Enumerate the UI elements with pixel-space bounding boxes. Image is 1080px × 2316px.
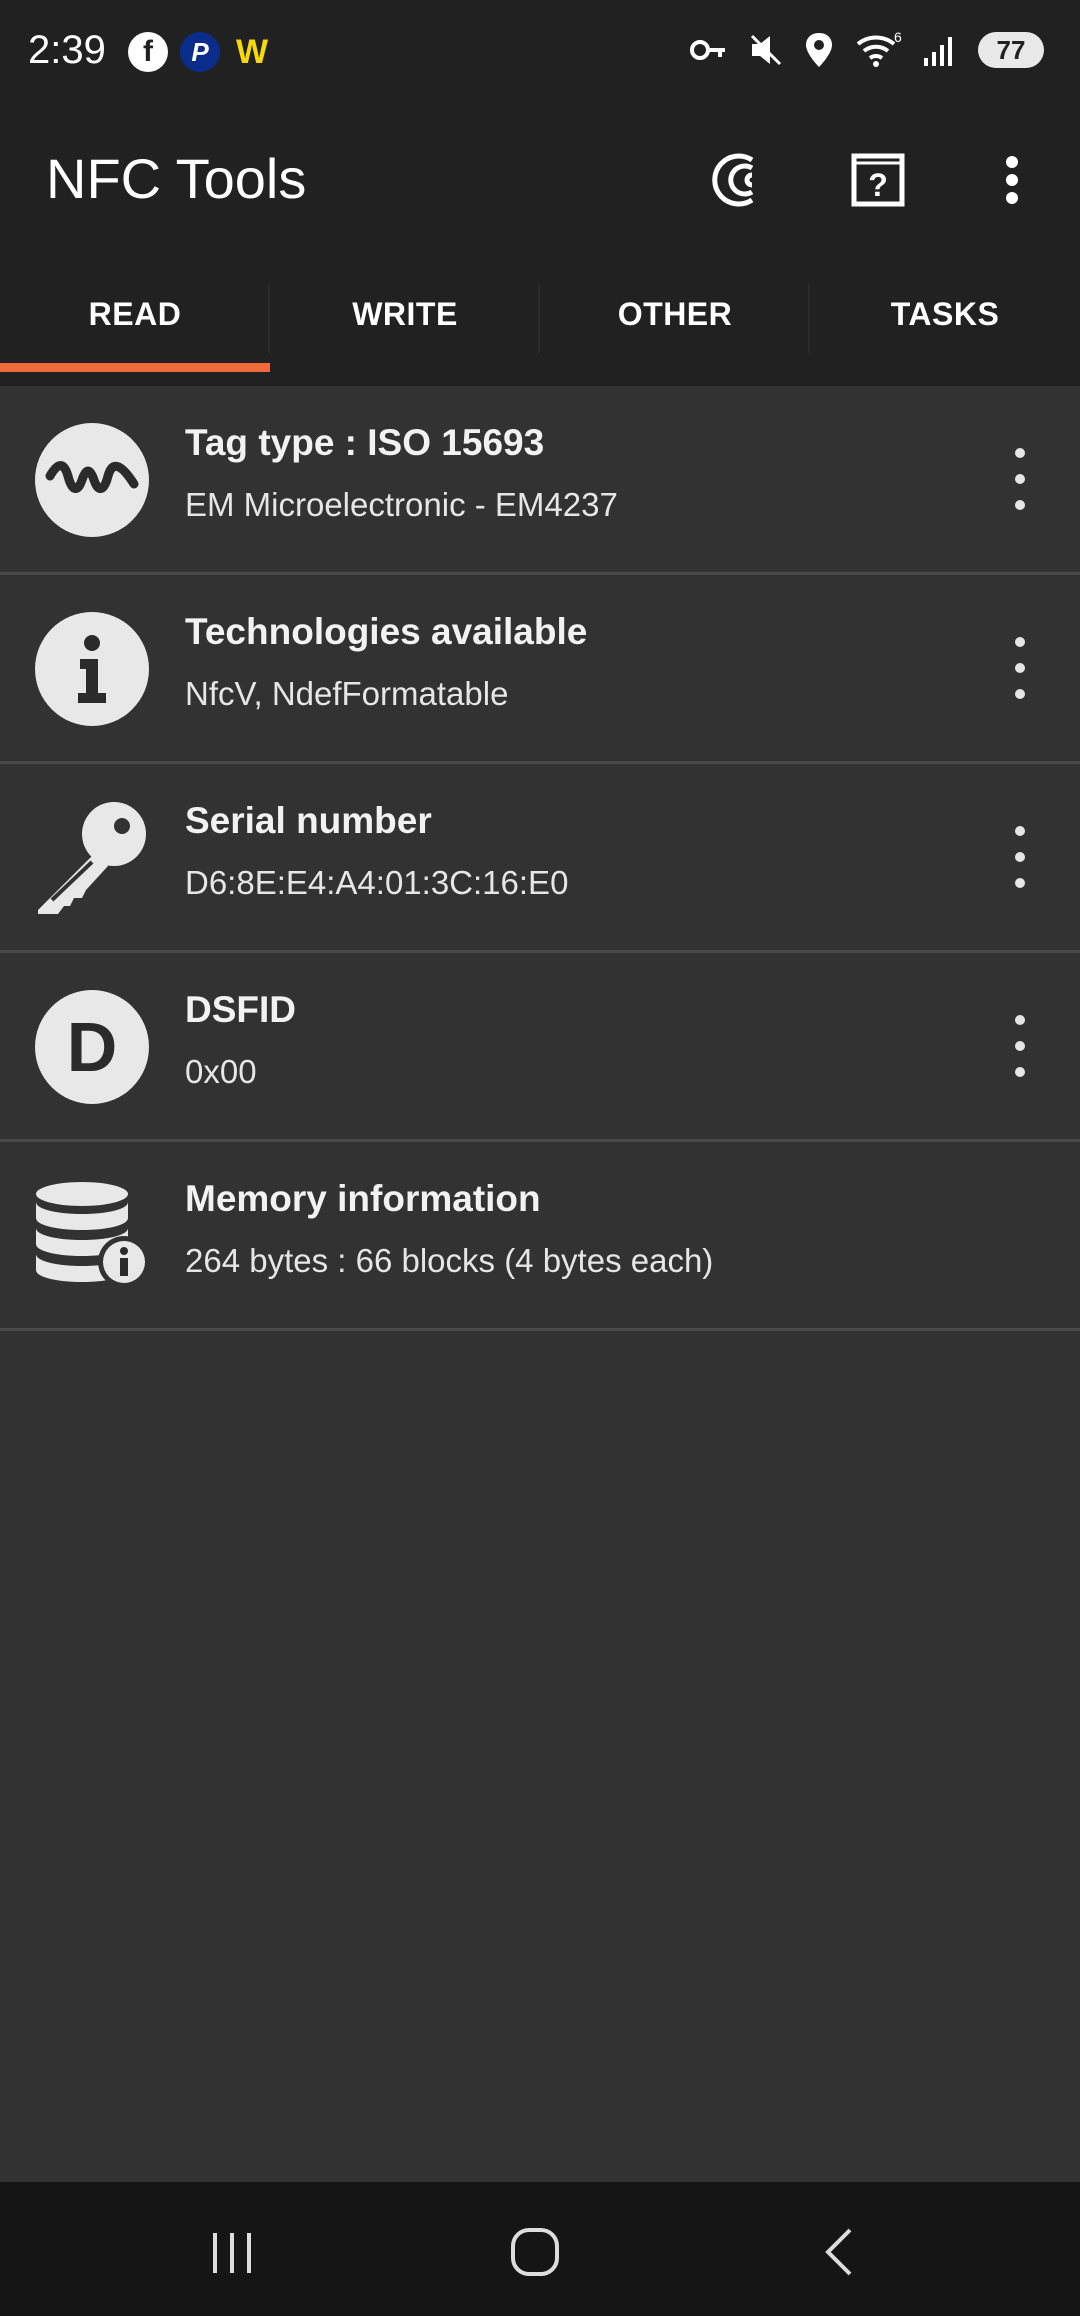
list-item-tag-type[interactable]: Tag type : ISO 15693 EM Microelectronic … <box>0 386 1080 575</box>
more-vert-icon <box>1006 156 1018 204</box>
more-vert-icon-dot <box>1015 663 1025 673</box>
battery-indicator: 77 <box>978 32 1044 68</box>
system-nav-bar <box>0 2182 1080 2316</box>
more-vert-icon-dot <box>1015 500 1025 510</box>
more-vert-icon-dot <box>1015 852 1025 862</box>
help-button[interactable]: ? <box>838 140 918 220</box>
row-title: Technologies available <box>185 611 588 652</box>
letter-d-icon: D <box>34 989 150 1105</box>
app-title: NFC Tools <box>46 147 307 210</box>
more-vert-icon-dot <box>1015 1015 1025 1025</box>
row-menu-button[interactable] <box>1008 826 1032 888</box>
back-icon <box>825 2228 852 2276</box>
more-vert-icon-dot <box>1015 1041 1025 1051</box>
row-menu-button[interactable] <box>1008 1015 1032 1077</box>
key-icon <box>34 800 150 916</box>
tag-info-list: Tag type : ISO 15693 EM Microelectronic … <box>0 386 1080 1331</box>
tab-other[interactable]: OTHER <box>540 254 810 386</box>
row-subtitle: 264 bytes : 66 blocks (4 bytes each) <box>185 1242 714 1279</box>
tab-read[interactable]: READ <box>0 254 270 386</box>
tab-label: TASKS <box>890 295 1000 332</box>
home-icon <box>511 2228 559 2276</box>
nfc-scan-icon <box>712 153 754 207</box>
back-button[interactable] <box>798 2212 878 2292</box>
row-title: Tag type : ISO 15693 <box>185 422 545 463</box>
row-title: Serial number <box>185 800 432 841</box>
list-item-serial-number[interactable]: Serial number D6:8E:E4:A4:01:3C:16:E0 <box>0 764 1080 953</box>
list-item-dsfid[interactable]: D DSFID 0x00 <box>0 953 1080 1142</box>
recents-button[interactable] <box>192 2212 272 2292</box>
row-menu-button[interactable] <box>1008 637 1032 699</box>
status-time: 2:39 <box>28 28 106 72</box>
row-menu-button[interactable] <box>1008 448 1032 510</box>
row-subtitle: NfcV, NdefFormatable <box>185 675 509 712</box>
more-vert-icon-dot <box>1015 689 1025 699</box>
help-book-icon: ? <box>851 153 905 207</box>
location-icon <box>806 33 832 67</box>
row-subtitle: 0x00 <box>185 1053 257 1090</box>
system-icons: 6 77 <box>688 30 1044 70</box>
vpn-key-icon <box>690 40 725 60</box>
tab-label: OTHER <box>617 295 733 332</box>
tab-label: WRITE <box>352 295 458 332</box>
app-bar: NFC Tools ? <box>0 104 1080 254</box>
notification-icons: f P W <box>128 32 272 72</box>
home-button[interactable] <box>495 2212 575 2292</box>
status-bar: 2:39 f P W 6 77 <box>0 0 1080 104</box>
tab-tasks[interactable]: TASKS <box>810 254 1080 386</box>
more-vert-icon-dot <box>1015 637 1025 647</box>
list-item-memory-information[interactable]: Memory information 264 bytes : 66 blocks… <box>0 1142 1080 1331</box>
wifi-badge: 6 <box>894 30 902 45</box>
more-vert-icon-dot <box>1015 826 1025 836</box>
tab-bar: READ WRITE OTHER TASKS <box>0 254 1080 386</box>
recents-icon <box>213 2233 251 2273</box>
row-title: DSFID <box>185 989 296 1030</box>
row-title: Memory information <box>185 1178 541 1219</box>
signal-icon <box>924 37 952 66</box>
more-vert-icon-dot <box>1015 1067 1025 1077</box>
overflow-menu-button[interactable] <box>972 140 1052 220</box>
mute-icon <box>750 34 782 66</box>
info-icon <box>34 611 150 727</box>
facebook-icon: f <box>128 32 168 72</box>
tab-write[interactable]: WRITE <box>270 254 540 386</box>
scan-button[interactable] <box>700 140 780 220</box>
list-item-technologies[interactable]: Technologies available NfcV, NdefFormata… <box>0 575 1080 764</box>
row-subtitle: D6:8E:E4:A4:01:3C:16:E0 <box>185 864 569 901</box>
svg-text:?: ? <box>868 167 888 203</box>
row-subtitle: EM Microelectronic - EM4237 <box>185 486 618 523</box>
wonder-icon: W <box>235 32 269 71</box>
tab-label: READ <box>88 295 182 332</box>
paypal-icon: P <box>180 32 220 72</box>
more-vert-icon-dot <box>1015 474 1025 484</box>
letter-d-glyph: D <box>67 1008 118 1086</box>
wave-icon <box>34 422 150 538</box>
wifi-icon: 6 <box>856 30 902 67</box>
database-info-icon <box>34 1178 150 1294</box>
more-vert-icon-dot <box>1015 448 1025 458</box>
more-vert-icon-dot <box>1015 878 1025 888</box>
